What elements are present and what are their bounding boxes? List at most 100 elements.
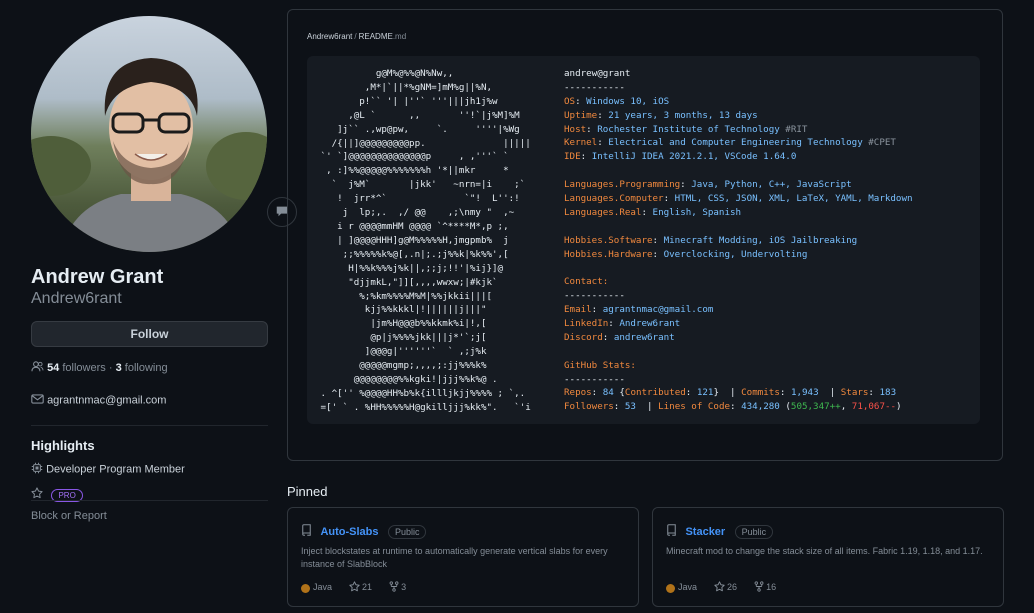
repo-icon [666, 523, 677, 541]
pinned-repo-card: Stacker Public Minecraft mod to change t… [652, 507, 1004, 607]
info-line: Kernel: Electrical and Computer Engineer… [564, 136, 913, 150]
stat-label: Commits [741, 387, 780, 399]
ascii-art: g@M%@%%@N%Nw,, ,M*|`||*%gNM=]mM%g||%N, p… [320, 68, 531, 413]
mail-icon [31, 394, 44, 407]
info-value: Minecraft Modding, iOS Jailbreaking [663, 234, 858, 246]
info-value: Andrew6rant [619, 318, 681, 330]
profile-name: Andrew Grant [31, 266, 164, 288]
info-value: Windows 10, iOS [586, 95, 670, 107]
info-sep: : [608, 318, 620, 330]
star-icon [713, 581, 725, 594]
info-key: Kernel [564, 137, 598, 149]
people-icon [31, 361, 44, 375]
developer-program-item[interactable]: Developer Program Member [31, 462, 185, 477]
info-line: Discord: andrew6rant [564, 331, 913, 345]
email-link[interactable]: agrantnmac@gmail.com [47, 394, 166, 406]
stat-value: 1,943 [790, 387, 819, 399]
info-value: andrew6rant [613, 331, 675, 343]
info-sep: : [779, 387, 791, 399]
info-text: ----------- [564, 290, 625, 302]
info-key: Languages.Real [564, 206, 642, 218]
followers-link[interactable]: 54 followers [47, 362, 106, 374]
stat-value: 84 [602, 387, 614, 399]
info-sep: : [641, 206, 653, 218]
info-sep: : [591, 387, 603, 399]
pinned-title: Pinned [287, 484, 328, 499]
info-line: Languages.Real: English, Spanish [564, 206, 913, 220]
info-sep: : [580, 151, 592, 163]
follow-button[interactable]: Follow [31, 321, 268, 347]
info-key: OS [564, 95, 576, 107]
info-sep: : [685, 387, 697, 399]
developer-program-label: Developer Program Member [46, 463, 185, 476]
info-key: Email [564, 304, 592, 316]
info-key: Languages.Computer [564, 193, 664, 205]
info-sep: | [818, 387, 841, 399]
info-value: Overclocking, Undervolting [663, 248, 808, 260]
repo-stars-link[interactable]: 21 [348, 581, 372, 594]
repo-name-link[interactable]: Stacker [685, 526, 725, 538]
repo-forks-link[interactable]: 3 [389, 581, 406, 594]
info-key: Languages.Programming [564, 179, 681, 191]
info-sep: : [613, 401, 625, 413]
info-line: LinkedIn: Andrew6rant [564, 317, 913, 331]
info-line [564, 220, 913, 234]
info-key: Discord [564, 331, 603, 343]
info-sep: : [575, 95, 587, 107]
info-sep: | [635, 401, 659, 413]
info-key: Host [564, 123, 587, 135]
info-comment: #RIT [779, 123, 808, 135]
stats-line: Followers: 53 | Lines of Code: 434,280 (… [564, 400, 913, 414]
info-line: Email: agrantnmac@gmail.com [564, 303, 913, 317]
info-line: GitHub Stats: [564, 359, 913, 373]
info-text: andrew@grant [564, 68, 631, 79]
repo-stars-link[interactable]: 26 [713, 581, 737, 594]
email-item[interactable]: agrantnmac@gmail.com [31, 394, 166, 407]
pro-highlight: PRO [31, 486, 83, 504]
info-sep: : [591, 304, 603, 316]
block-or-report-link[interactable]: Block or Report [31, 510, 107, 522]
repo-language: Java [666, 582, 697, 593]
info-value: Java, Python, C++, JavaScript [691, 179, 852, 191]
info-sep: { [613, 387, 625, 399]
info-text: ----------- [564, 373, 625, 385]
info-sep: : [652, 234, 664, 246]
visibility-badge: Public [387, 525, 427, 539]
pinned-repo-card: Auto-Slabs Public Inject blockstates at … [287, 507, 639, 607]
info-sep: ) [896, 401, 902, 413]
readme-file-link[interactable]: README [359, 32, 393, 41]
follow-stats: 54 followers · 3 following [31, 361, 168, 375]
info-sep: : [663, 193, 675, 205]
info-sep: : [868, 387, 880, 399]
info-value: HTML, CSS, JSON, XML, LaTeX, YAML, Markd… [674, 193, 913, 205]
info-line: Languages.Computer: HTML, CSS, JSON, XML… [564, 192, 913, 206]
stat-value: 53 [624, 401, 636, 413]
readme-owner-link[interactable]: Andrew6rant [307, 32, 352, 41]
star-icon [31, 486, 43, 504]
info-comment: #CPET [862, 137, 896, 149]
info-value: English, Spanish [652, 206, 742, 218]
profile-readme: Andrew6rant / README.md g@M%@%%@N%Nw,, ,M*… [287, 9, 1003, 461]
stat-label: Contributed [624, 387, 686, 399]
info-value: Rochester Institute of Technology [597, 123, 780, 135]
readme-code-block: g@M%@%%@N%Nw,, ,M*|`||*%gNM=]mM%g||%N, p… [307, 56, 980, 424]
repo-icon [301, 523, 312, 541]
profile-login: Andrew6rant [31, 290, 122, 307]
stat-label: Repos [564, 387, 592, 399]
info-sep: : [597, 137, 609, 149]
info-line: ----------- [564, 373, 913, 387]
stats-line: Repos: 84 {Contributed: 121} | Commits: … [564, 386, 913, 400]
info-line: OS: Windows 10, iOS [564, 95, 913, 109]
visibility-badge: Public [734, 525, 774, 539]
fork-icon [754, 581, 764, 594]
info-line: Languages.Programming: Java, Python, C++… [564, 178, 913, 192]
info-sep: , [840, 401, 852, 413]
info-value: agrantnmac@gmail.com [602, 304, 714, 316]
info-key: IDE [564, 151, 581, 163]
repo-name-link[interactable]: Auto-Slabs [320, 526, 378, 538]
info-line [564, 261, 913, 275]
following-link[interactable]: 3 following [116, 362, 168, 374]
repo-forks-link[interactable]: 16 [754, 581, 776, 594]
language-color-dot [301, 583, 310, 593]
avatar[interactable] [31, 16, 267, 252]
